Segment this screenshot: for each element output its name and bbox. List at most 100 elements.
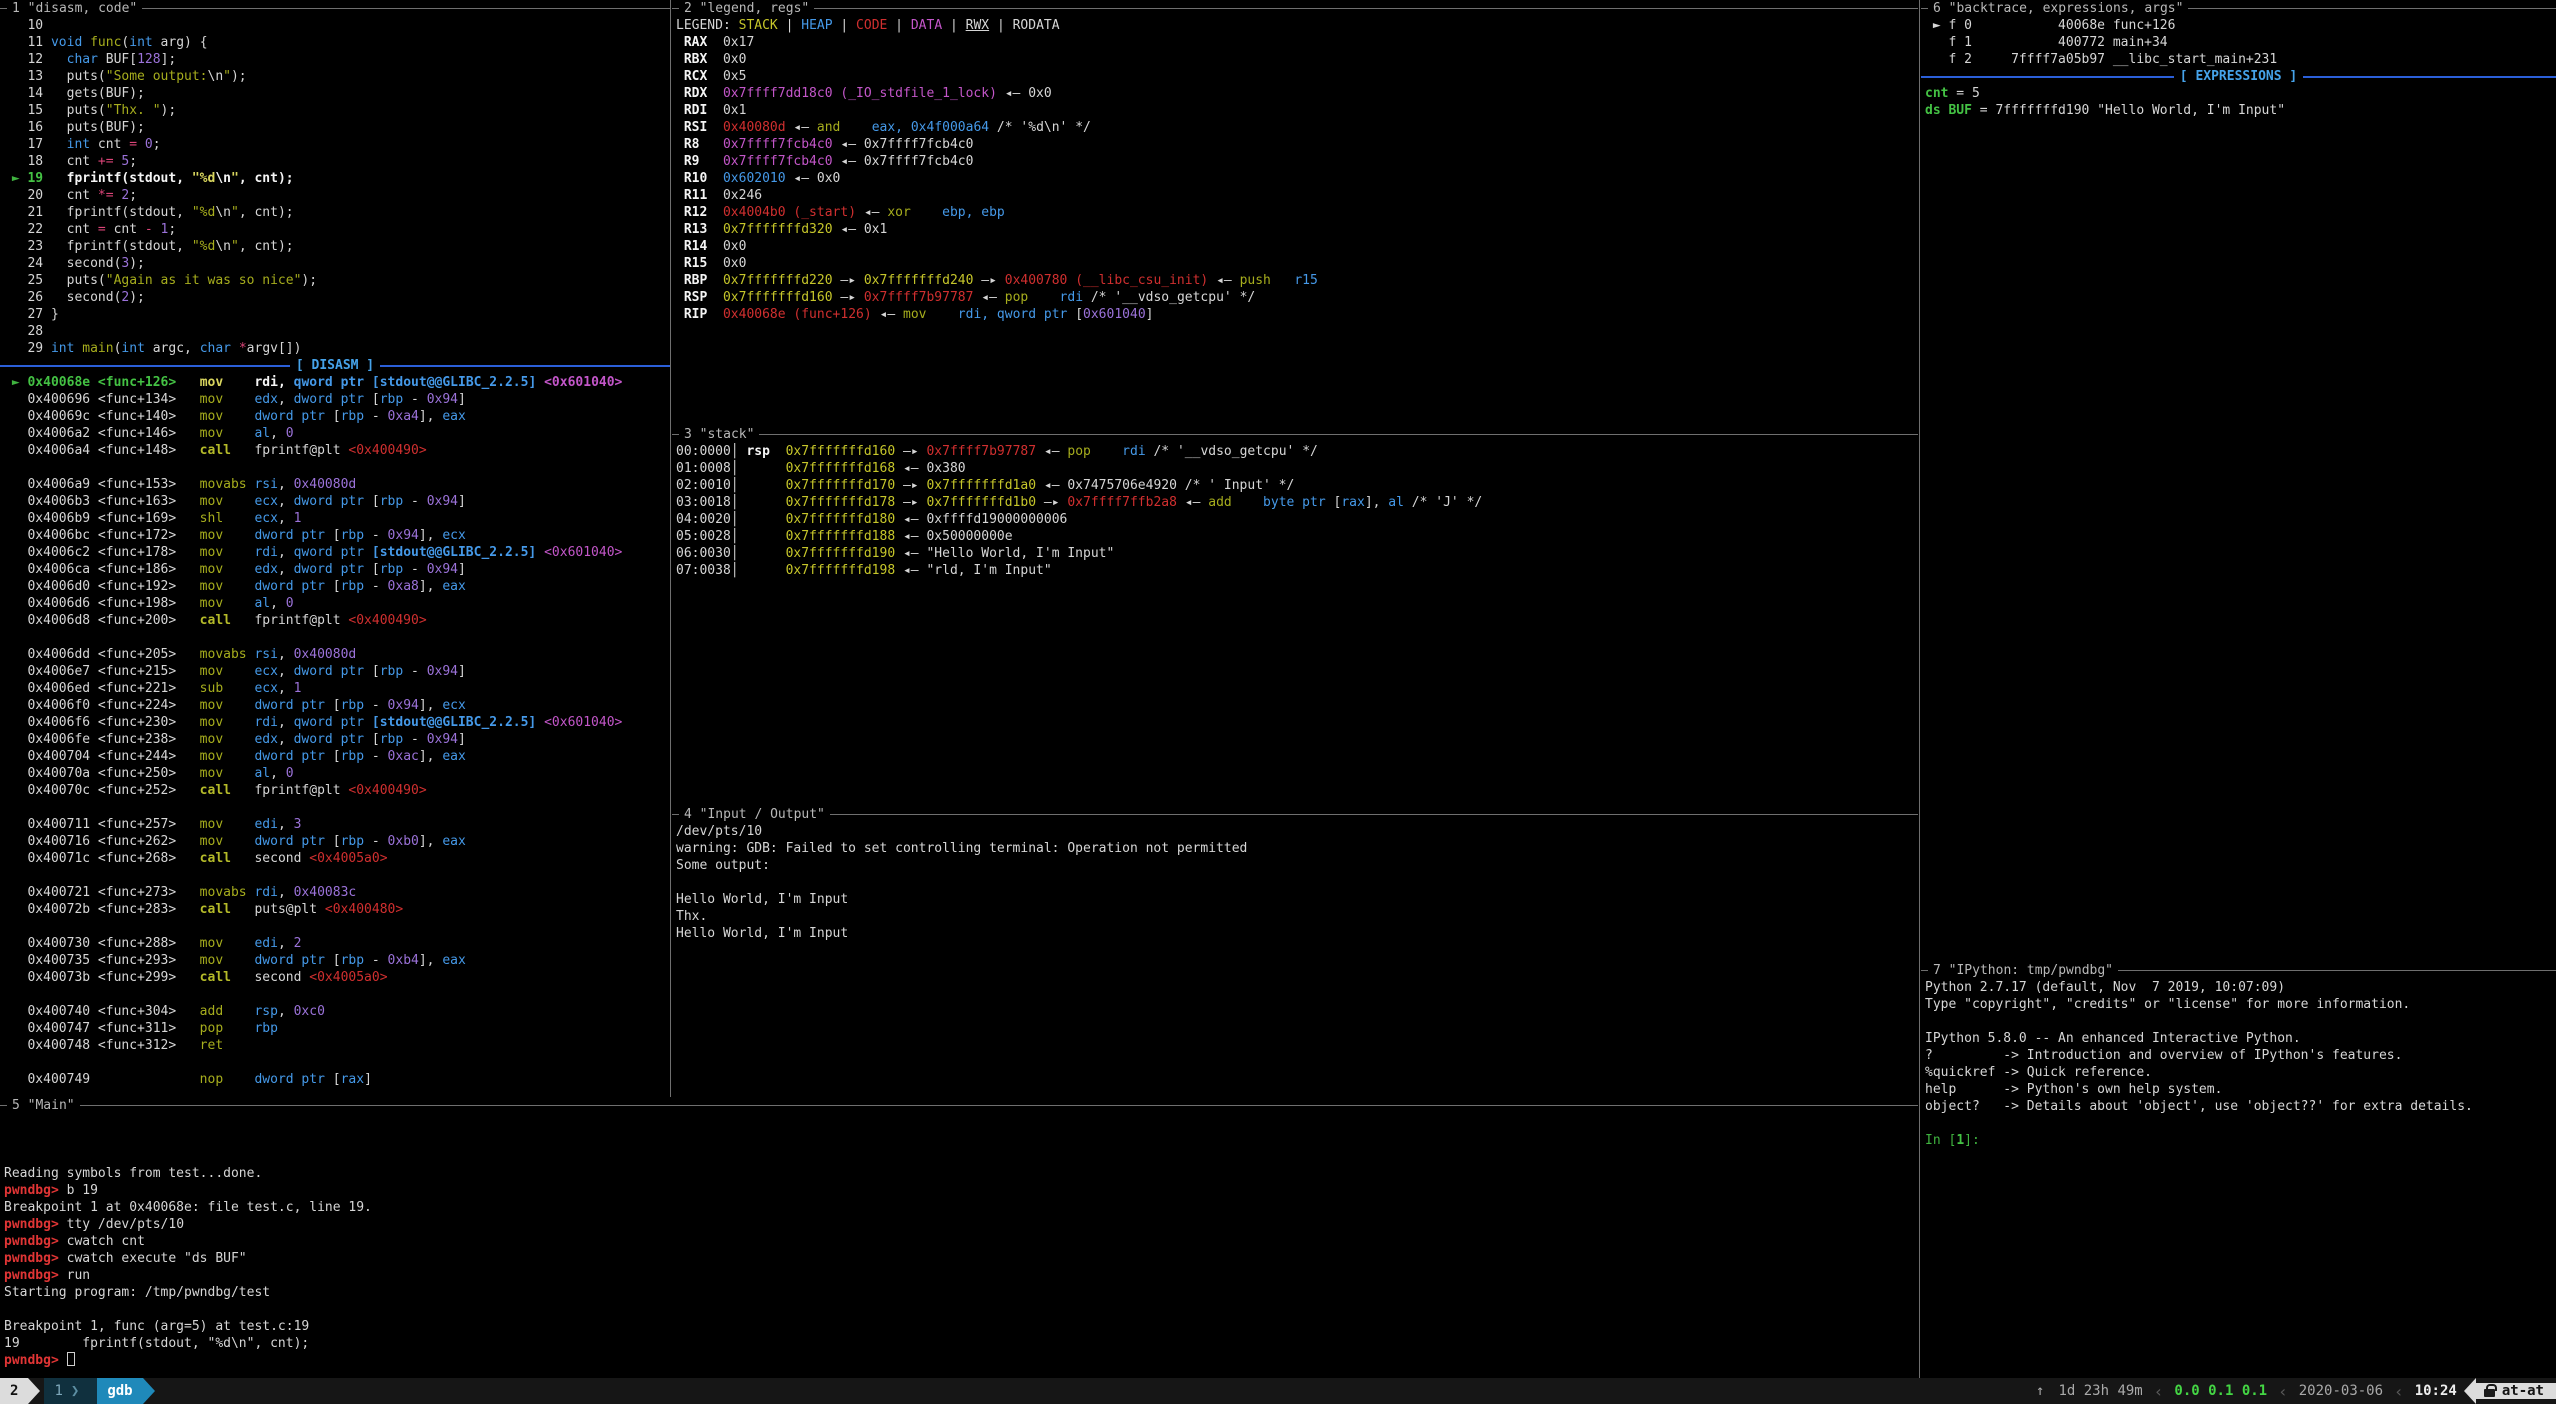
date-value: 2020-03-06 — [2299, 1383, 2383, 1399]
session-badge[interactable]: 2 — [0, 1378, 28, 1404]
terminal-line — [4, 986, 670, 1003]
window-separator-icon: ❯ — [71, 1383, 79, 1399]
terminal-line: cnt = 5 — [1925, 85, 2556, 102]
terminal-line: RDI 0x1 — [676, 102, 1918, 119]
terminal-line: R12 0x4004b0 (_start) ◂— xor ebp, ebp — [676, 204, 1918, 221]
terminal-line: object? -> Details about 'object', use '… — [1925, 1098, 2556, 1115]
terminal-line: 25 puts("Again as it was so nice"); — [4, 272, 670, 289]
terminal-line: Hello World, I'm Input — [676, 925, 1918, 942]
pane-input-output[interactable]: 4 "Input / Output" /dev/pts/10warning: G… — [672, 806, 1918, 1097]
terminal-line: pwndbg> cwatch cnt — [4, 1233, 1918, 1250]
pane-stack[interactable]: 3 "stack" 00:0000│ rsp 0x7fffffffd160 —▸… — [672, 426, 1918, 806]
terminal-line: R10 0x602010 ◂— 0x0 — [676, 170, 1918, 187]
window-tab-gdb-active[interactable]: gdb — [97, 1378, 142, 1404]
pane-backtrace[interactable]: 6 "backtrace, expressions, args" ► f 0 4… — [1921, 0, 2556, 962]
terminal-line: 0x400721 <func+273> movabs rdi, 0x40083c — [4, 884, 670, 901]
pane-title-label: 5 "Main" — [7, 1097, 80, 1114]
terminal-line: Type "copyright", "credits" or "license"… — [1925, 996, 2556, 1013]
terminal-line: 0x4006d8 <func+200> call fprintf@plt <0x… — [4, 612, 670, 629]
pane-border-line — [672, 8, 1918, 9]
terminal-line: IPython 5.8.0 -- An enhanced Interactive… — [1925, 1030, 2556, 1047]
terminal-line: 0x4006a4 <func+148> call fprintf@plt <0x… — [4, 442, 670, 459]
powerline-separator-icon — [2464, 1378, 2476, 1404]
terminal-line: 15 puts("Thx. "); — [4, 102, 670, 119]
terminal-cursor[interactable] — [67, 1352, 75, 1366]
pane-title-stack: 3 "stack" — [672, 426, 1918, 443]
terminal-line: 0x40073b <func+299> call second <0x4005a… — [4, 969, 670, 986]
terminal-line: 0x4006dd <func+205> movabs rsi, 0x40080d — [4, 646, 670, 663]
disassembly-lines: ► 0x40068e <func+126> mov rdi, qword ptr… — [0, 374, 670, 1088]
terminal-line: 14 gets(BUF); — [4, 85, 670, 102]
chevron-left-icon: ‹ — [2278, 1382, 2288, 1401]
terminal-line — [4, 629, 670, 646]
terminal-line: 0x4006fe <func+238> mov edx, dword ptr [… — [4, 731, 670, 748]
terminal-line: 0x40071c <func+268> call second <0x4005a… — [4, 850, 670, 867]
pane-disasm-code[interactable]: 1 "disasm, code" 10 11 void func(int arg… — [0, 0, 670, 1097]
pane-title-label: 1 "disasm, code" — [7, 0, 142, 17]
terminal-line: 16 puts(BUF); — [4, 119, 670, 136]
load-average: 0.0 0.1 0.1 — [2174, 1383, 2267, 1399]
terminal-line: 03:0018│ 0x7fffffffd178 —▸ 0x7fffffffd1b… — [676, 494, 1918, 511]
terminal-line: 0x4006ed <func+221> sub ecx, 1 — [4, 680, 670, 697]
pane-border-vertical-right[interactable] — [1919, 0, 1920, 1378]
terminal-line: 0x40072b <func+283> call puts@plt <0x400… — [4, 901, 670, 918]
disasm-section-separator: [ DISASM ] — [0, 357, 670, 374]
terminal-line: R15 0x0 — [676, 255, 1918, 272]
pane-legend-regs[interactable]: 2 "legend, regs" LEGEND: STACK | HEAP | … — [672, 0, 1918, 426]
terminal-line: 0x4006a9 <func+153> movabs rsi, 0x40080d — [4, 476, 670, 493]
pane-ipython[interactable]: 7 "IPython: tmp/pwndbg" Python 2.7.17 (d… — [1921, 962, 2556, 1378]
terminal-line: 0x4006f6 <func+230> mov rdi, qword ptr [… — [4, 714, 670, 731]
terminal-line: 0x400735 <func+293> mov dword ptr [rbp -… — [4, 952, 670, 969]
terminal-line: 12 char BUF[128]; — [4, 51, 670, 68]
terminal-line: 01:0008│ 0x7fffffffd168 ◂— 0x380 — [676, 460, 1918, 477]
terminal-line — [4, 799, 670, 816]
chevron-left-icon: ‹ — [2154, 1382, 2164, 1401]
disasm-separator-label: [ DISASM ] — [290, 357, 380, 374]
terminal-line: 0x400711 <func+257> mov edi, 3 — [4, 816, 670, 833]
terminal-line — [4, 918, 670, 935]
terminal-line: Starting program: /tmp/pwndbg/test — [4, 1284, 1918, 1301]
terminal-line: 0x400730 <func+288> mov edi, 2 — [4, 935, 670, 952]
window-tab-1[interactable]: 1 ❯ — [44, 1378, 97, 1404]
terminal-line — [4, 1148, 1918, 1165]
pane-title-label: 3 "stack" — [679, 426, 759, 443]
terminal-line: RDX 0x7ffff7dd18c0 (_IO_stdfile_1_lock) … — [676, 85, 1918, 102]
terminal-line: /dev/pts/10 — [676, 823, 1918, 840]
terminal-line: R8 0x7ffff7fcb4c0 ◂— 0x7ffff7fcb4c0 — [676, 136, 1918, 153]
pane-title-label: 4 "Input / Output" — [679, 806, 830, 823]
terminal-line — [1925, 1115, 2556, 1132]
terminal-line: 18 cnt += 5; — [4, 153, 670, 170]
pane-main-gdb[interactable]: 5 "Main" Reading symbols from test...don… — [0, 1097, 1918, 1378]
terminal-line: f 2 7ffff7a05b97 __libc_start_main+231 — [1925, 51, 2556, 68]
terminal-line: pwndbg> cwatch execute "ds BUF" — [4, 1250, 1918, 1267]
terminal-line: 0x400747 <func+311> pop rbp — [4, 1020, 670, 1037]
terminal-line — [4, 459, 670, 476]
terminal-line: 0x4006f0 <func+224> mov dword ptr [rbp -… — [4, 697, 670, 714]
terminal-line: warning: GDB: Failed to set controlling … — [676, 840, 1918, 857]
terminal-line: 13 puts("Some output:\n"); — [4, 68, 670, 85]
terminal-line: 0x4006b3 <func+163> mov ecx, dword ptr [… — [4, 493, 670, 510]
terminal-line: 26 second(2); — [4, 289, 670, 306]
terminal-line: LEGEND: STACK | HEAP | CODE | DATA | RWX… — [676, 17, 1918, 34]
terminal-line: Breakpoint 1 at 0x40068e: file test.c, l… — [4, 1199, 1918, 1216]
terminal-line — [4, 1301, 1918, 1318]
terminal-line: R14 0x0 — [676, 238, 1918, 255]
terminal-line: 0x40070c <func+252> call fprintf@plt <0x… — [4, 782, 670, 799]
terminal-line: 05:0028│ 0x7fffffffd188 ◂— 0x50000000e — [676, 528, 1918, 545]
hostname-label: at-at — [2502, 1383, 2544, 1399]
lock-icon — [2484, 1389, 2495, 1397]
terminal-line: 0x40069c <func+140> mov dword ptr [rbp -… — [4, 408, 670, 425]
terminal-line: pwndbg> b 19 — [4, 1182, 1918, 1199]
terminal-line: 27 } — [4, 306, 670, 323]
pane-border-vertical-left[interactable] — [670, 0, 671, 1097]
backtrace-lines: ► f 0 40068e func+126 f 1 400772 main+34… — [1921, 17, 2556, 68]
terminal-line: ► 19 fprintf(stdout, "%d\n", cnt); — [4, 170, 670, 187]
terminal-line: R9 0x7ffff7fcb4c0 ◂— 0x7ffff7fcb4c0 — [676, 153, 1918, 170]
terminal-line: ► 0x40068e <func+126> mov rdi, qword ptr… — [4, 374, 670, 391]
terminal-line: 22 cnt = cnt - 1; — [4, 221, 670, 238]
terminal-line: pwndbg> run — [4, 1267, 1918, 1284]
pane-title-legend-regs: 2 "legend, regs" — [672, 0, 1918, 17]
terminal-line: Reading symbols from test...done. — [4, 1165, 1918, 1182]
terminal-line: f 1 400772 main+34 — [1925, 34, 2556, 51]
tmux-screen: 1 "disasm, code" 10 11 void func(int arg… — [0, 0, 2556, 1404]
